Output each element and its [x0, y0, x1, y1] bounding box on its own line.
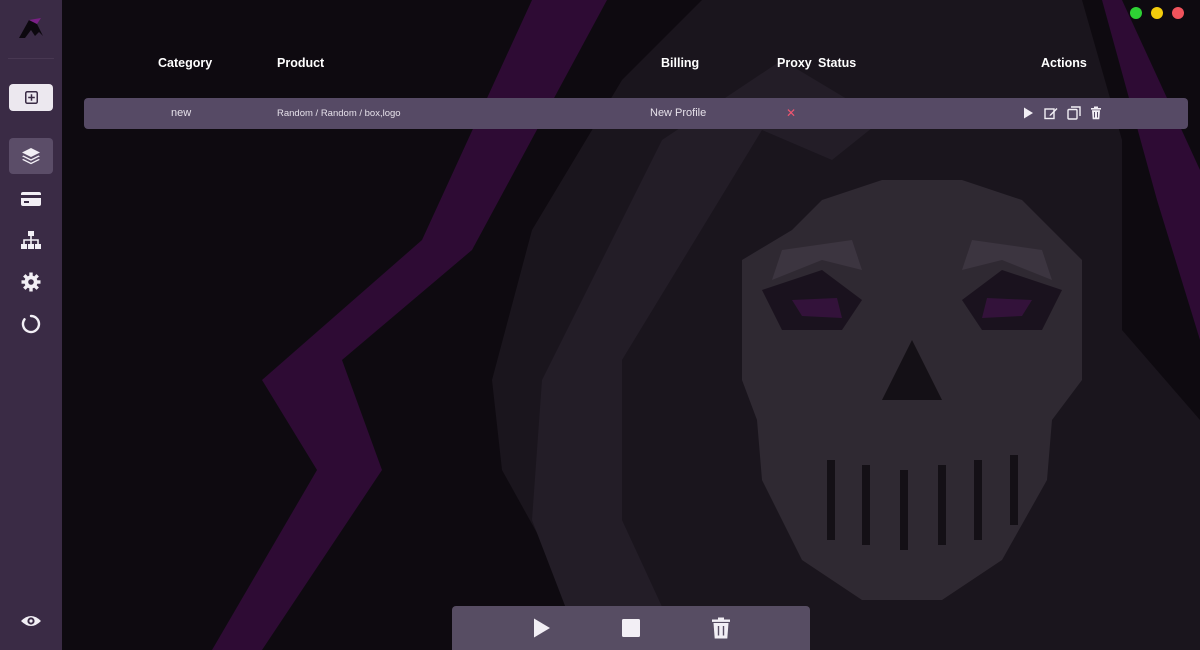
header-actions: Actions: [1041, 56, 1087, 70]
credit-card-icon: [21, 192, 41, 206]
x-icon: ✕: [786, 106, 797, 120]
sidebar-item-proxies[interactable]: [9, 222, 53, 258]
play-icon: [1024, 107, 1033, 119]
play-all-icon: [534, 618, 550, 638]
close-window-button[interactable]: [1172, 7, 1184, 19]
cell-category: new: [171, 107, 192, 119]
header-status: Status: [818, 56, 857, 70]
header-billing: Billing: [661, 56, 700, 70]
eye-icon: [21, 616, 41, 626]
header-category: Category: [158, 56, 213, 70]
gear-icon: [21, 272, 41, 292]
edit-task-button[interactable]: [1044, 106, 1058, 120]
table-row[interactable]: new Random / Random / box,logo New Profi…: [84, 98, 1188, 129]
new-task-button[interactable]: [9, 84, 53, 111]
network-icon: [21, 231, 41, 249]
spinner-icon: [21, 314, 41, 334]
sidebar-item-tasks[interactable]: [9, 138, 53, 174]
maximize-window-button[interactable]: [1130, 7, 1142, 19]
visibility-toggle-button[interactable]: [9, 603, 53, 639]
sidebar: [0, 0, 62, 650]
cell-product: Random / Random / box,logo: [277, 108, 401, 119]
sidebar-item-billing[interactable]: [9, 181, 53, 217]
delete-all-icon: [712, 617, 730, 639]
reaper-logo-icon: [19, 18, 43, 38]
stop-all-button[interactable]: [618, 615, 644, 641]
delete-all-button[interactable]: [708, 615, 734, 641]
plus-square-icon: [24, 91, 38, 104]
copy-task-button[interactable]: [1067, 106, 1081, 120]
sidebar-item-loading[interactable]: [9, 306, 53, 342]
header-product: Product: [277, 56, 325, 70]
minimize-window-button[interactable]: [1151, 7, 1163, 19]
sidebar-divider: [8, 58, 54, 59]
copy-icon: [1067, 106, 1081, 120]
header-proxy: Proxy: [777, 56, 812, 70]
start-all-button[interactable]: [528, 615, 554, 641]
start-task-button[interactable]: [1021, 106, 1035, 120]
layers-icon: [22, 148, 40, 165]
edit-icon: [1044, 108, 1058, 120]
trash-icon: [1091, 106, 1101, 120]
bulk-actions-bar: [452, 606, 810, 650]
cell-billing: New Profile: [650, 107, 707, 119]
delete-task-button[interactable]: [1089, 106, 1103, 120]
sidebar-item-settings[interactable]: [9, 264, 53, 300]
stop-all-icon: [622, 619, 640, 637]
